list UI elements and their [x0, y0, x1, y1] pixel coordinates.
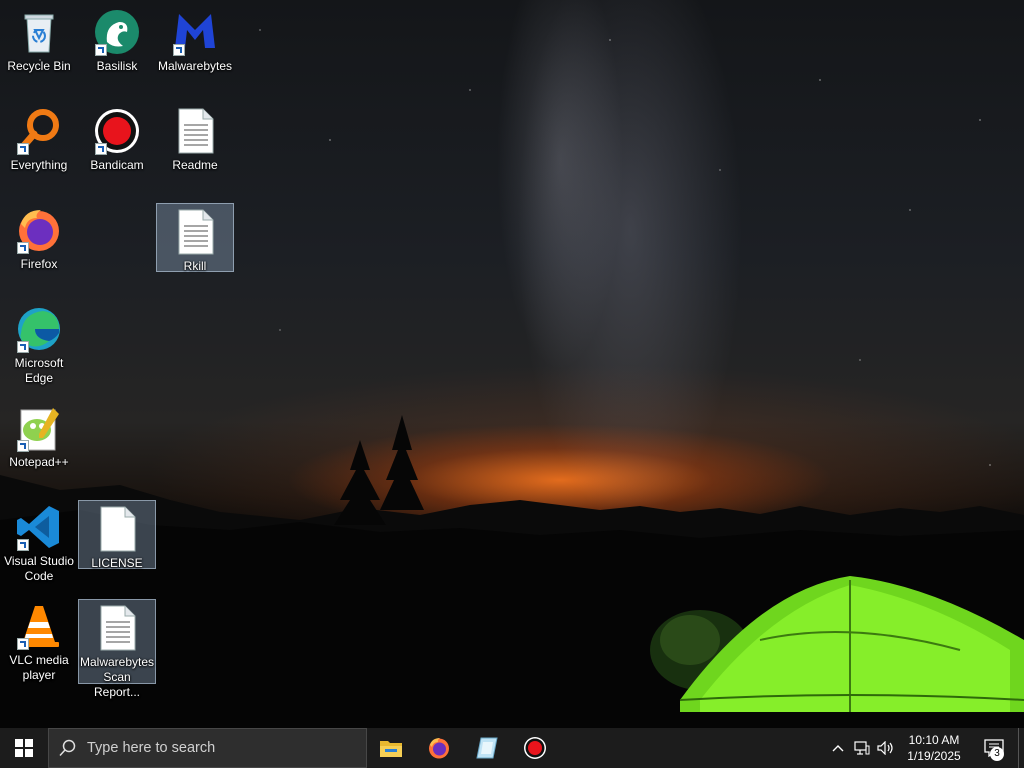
- desktop-icon-label: Malwarebytes: [157, 59, 233, 73]
- network-icon[interactable]: [850, 728, 874, 768]
- clock-date: 1/19/2025: [907, 749, 961, 763]
- file-explorer-icon: [380, 741, 402, 757]
- text-file-icon: [178, 108, 214, 154]
- text-file-icon: [178, 209, 214, 255]
- chevron-up-icon[interactable]: [826, 728, 850, 768]
- show-desktop-button[interactable]: [1018, 728, 1024, 768]
- taskbar-search-box[interactable]: Type here to search: [48, 728, 367, 768]
- desktop-icon-vlc[interactable]: VLC media player: [0, 598, 78, 683]
- desktop-icon-label: Notepad++: [9, 455, 69, 469]
- desktop-icon-license[interactable]: LICENSE: [78, 500, 156, 570]
- shortcut-arrow-icon: [95, 44, 107, 56]
- shortcut-arrow-icon: [95, 143, 107, 155]
- desktop-icon-notepadpp[interactable]: Notepad++: [0, 400, 78, 470]
- desktop-icon-rkill[interactable]: Rkill: [156, 203, 234, 273]
- shortcut-arrow-icon: [17, 638, 29, 650]
- system-tray: 10:10 AM 1/19/2025 3: [826, 728, 1024, 768]
- desktop-icon-label: Readme: [172, 158, 218, 172]
- notification-count-badge: 3: [990, 747, 1004, 761]
- shortcut-arrow-icon: [17, 539, 29, 551]
- desktop-icon-vscode[interactable]: Visual Studio Code: [0, 499, 78, 584]
- desktop-icon-label: Microsoft Edge: [14, 356, 64, 385]
- desktop-icon-everything[interactable]: Everything: [0, 103, 78, 173]
- volume-icon[interactable]: [874, 728, 898, 768]
- shortcut-arrow-icon: [17, 440, 29, 452]
- desktop-icon-label: Basilisk: [96, 59, 138, 73]
- shortcut-arrow-icon: [17, 143, 29, 155]
- desktop-icon-label: Firefox: [20, 257, 58, 271]
- desktop-icon-label: Bandicam: [90, 158, 144, 172]
- taskbar-app-firefox[interactable]: [415, 728, 463, 768]
- windows-logo-icon: [15, 739, 33, 757]
- desktop-icon-malwarebytes[interactable]: Malwarebytes: [156, 4, 234, 74]
- desktop-icon-edge[interactable]: Microsoft Edge: [0, 301, 78, 386]
- taskbar-app-bandicam[interactable]: [511, 728, 559, 768]
- desktop-icon-malwarebytes-scan-report[interactable]: Malwarebytes Scan Report...: [78, 599, 156, 699]
- desktop-icon-basilisk[interactable]: Basilisk: [78, 4, 156, 74]
- taskbar: Type here to search 10:10 AM 1/19/2025 3: [0, 728, 1024, 768]
- recycle-bin-icon: [24, 14, 54, 53]
- shortcut-arrow-icon: [173, 44, 185, 56]
- desktop-icon-label: Everything: [10, 158, 68, 172]
- search-icon: [49, 739, 87, 757]
- taskbar-clock[interactable]: 10:10 AM 1/19/2025: [898, 732, 970, 764]
- search-placeholder: Type here to search: [87, 740, 216, 756]
- desktop-icon-bandicam[interactable]: Bandicam: [78, 103, 156, 173]
- bandicam-icon: [524, 737, 546, 759]
- text-file-icon: [100, 605, 136, 651]
- firefox-icon: [429, 738, 449, 759]
- desktop-icon-label: VLC media player: [9, 653, 69, 682]
- desktop-icon-label: LICENSE: [91, 556, 143, 570]
- desktop-icon-readme[interactable]: Readme: [156, 103, 234, 173]
- desktop-icon-firefox[interactable]: Firefox: [0, 202, 78, 272]
- desktop-icon-recycle-bin[interactable]: Recycle Bin: [0, 4, 78, 74]
- shortcut-arrow-icon: [17, 242, 29, 254]
- action-center-button[interactable]: 3: [970, 728, 1018, 768]
- start-button[interactable]: [0, 728, 48, 768]
- desktop-icon-label: Malwarebytes Scan Report...: [79, 655, 155, 699]
- desktop-icon-label: Visual Studio Code: [4, 554, 74, 583]
- blank-file-icon: [100, 506, 136, 552]
- desktop-icon-label: Recycle Bin: [7, 59, 71, 73]
- taskbar-app-rkill[interactable]: [463, 728, 511, 768]
- shortcut-arrow-icon: [17, 341, 29, 353]
- desktop-icon-label: Rkill: [183, 259, 207, 273]
- rkill-icon: [476, 737, 498, 759]
- clock-time: 10:10 AM: [908, 733, 960, 747]
- taskbar-app-file-explorer[interactable]: [367, 728, 415, 768]
